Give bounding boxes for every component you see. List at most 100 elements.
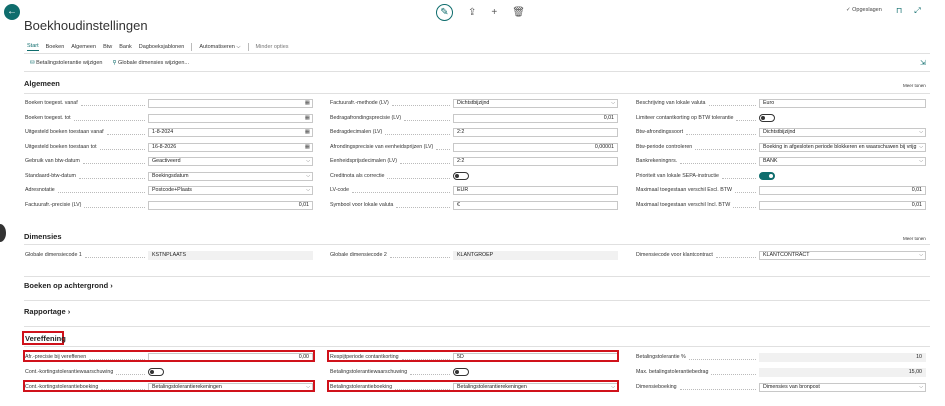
divider	[247, 43, 249, 51]
alg-col3-7-field[interactable]: 0,01	[759, 200, 926, 210]
tab-algemeen[interactable]: Algemeen	[71, 44, 96, 50]
field-value: Boekingsdatum	[152, 172, 189, 179]
alg-col2-7-label: Symbool voor lokale valuta	[330, 201, 394, 208]
alg-col2-3-label: Afrondingsprecisie van eenheidsprijzen (…	[330, 143, 434, 150]
tab-boeken[interactable]: Boeken	[46, 44, 65, 50]
alg-col3-3-field[interactable]: Boeking in afgesloten periode blokkeren …	[759, 142, 926, 152]
ver-col3-1-label: Max. betalingstolerantiebedrag	[636, 369, 709, 375]
calendar-icon[interactable]: ▦	[305, 129, 310, 136]
ver-col3-2-label: Dimensieboeking	[636, 384, 677, 390]
alg-col3-0-label: Beschrijving van lokale valuta	[636, 100, 706, 106]
tab-automatiseren[interactable]: Automatiseren ⌵	[199, 44, 240, 51]
dim-klantcontract-field[interactable]: KLANTCONTRACT ⌵	[759, 251, 926, 260]
alg-col3-1-label: Limiteer contantkorting op BTW toleranti…	[636, 114, 734, 121]
delete-icon[interactable]: 🗑	[512, 7, 525, 18]
change-global-dimensions-button[interactable]: ⚲ Globale dimensies wijzigen...	[112, 60, 189, 66]
alg-col2-1-label: Bedragafrondingsprecisie (LV)	[330, 114, 402, 121]
divider	[24, 71, 930, 72]
toggle-knob	[455, 173, 459, 178]
field-value: 1-8-2024	[152, 129, 174, 135]
alg-col1-1-field[interactable]: ▦	[148, 113, 313, 123]
alg-col1-4-field[interactable]: Geactiveerd ⌵	[148, 157, 313, 166]
alg-col1-3-field[interactable]: 16-8-2026 ▦	[148, 142, 313, 152]
field-value: 2:2	[457, 129, 465, 135]
top-right-tools: ⊓ ⤢	[896, 6, 921, 16]
alg-col1-2-field[interactable]: 1-8-2024 ▦	[148, 128, 313, 137]
alg-col3-4-field[interactable]: BANK ⌵	[759, 157, 926, 166]
alg-col3-5-toggle[interactable]	[759, 171, 775, 180]
alg-col2-2-field[interactable]: 2:2	[453, 128, 618, 137]
divider	[24, 53, 930, 54]
field-value: 10	[916, 354, 922, 360]
field-value: KLANTCONTRACT	[763, 252, 810, 258]
ver-col3-0-field: 10	[759, 353, 926, 362]
alg-col2-5-label: Creditnota als correctie	[330, 172, 385, 179]
alg-col3-4-label: Bankrekeningnrs.	[636, 158, 678, 164]
leader-dots	[387, 177, 450, 179]
section-boeken-achtergrond[interactable]: Boeken op achtergrond ›	[24, 281, 113, 290]
share-icon[interactable]: ⇪	[468, 7, 476, 18]
divider	[24, 300, 930, 301]
highlight-box	[23, 350, 315, 362]
section-rapportage[interactable]: Rapportage ›	[24, 307, 70, 316]
divider	[24, 326, 930, 327]
alg-col1-6-field[interactable]: Postcode+Plaats ⌵	[148, 186, 313, 195]
field-value: €	[457, 201, 460, 208]
ver-col3-2-field[interactable]: Dimensies van bronpost ⌵	[759, 383, 926, 392]
alg-col2-6-field[interactable]: EUR	[453, 186, 618, 195]
dim-2-field: KLANTGROEP	[453, 251, 618, 260]
alg-col1-0-field[interactable]: ▦	[148, 99, 313, 108]
calendar-icon[interactable]: ▦	[305, 144, 310, 151]
tab-bank[interactable]: Bank	[119, 44, 132, 50]
show-more-link[interactable]: Meer tonen	[903, 83, 926, 88]
tab-start[interactable]: Start	[27, 43, 39, 51]
tab-btw[interactable]: Btw	[103, 44, 112, 50]
pin-icon[interactable]: ⇲	[920, 59, 926, 67]
calendar-icon[interactable]: ▦	[305, 115, 310, 122]
tolerance-icon: ⛁	[30, 60, 35, 66]
expand-icon[interactable]: ⤢	[914, 6, 920, 16]
alg-col1-1-label: Boeken toegest. tot	[25, 114, 71, 121]
tab-dagboeksjablonen[interactable]: Dagboeksjablonen	[139, 44, 185, 50]
show-more-link[interactable]: Meer tonen	[903, 236, 926, 241]
change-payment-tolerance-button[interactable]: ⛁ Betalingstolerantie wijzigen	[30, 60, 102, 66]
leader-dots	[404, 119, 450, 121]
ver-col2-1-toggle[interactable]	[453, 368, 469, 376]
edit-button[interactable]: ✎	[436, 3, 453, 21]
field-value: Postcode+Plaats	[152, 187, 192, 193]
ver-col1-1-toggle[interactable]	[148, 368, 164, 376]
pencil-icon: ✎	[440, 6, 449, 18]
alg-col3-6-field[interactable]: 0,01	[759, 186, 926, 195]
bookmark-icon[interactable]: ⊓	[896, 6, 902, 16]
alg-col2-2-label: Bedragdecimalen (LV)	[330, 129, 383, 135]
alg-col3-6-label: Maximaal toegestaan verschil Excl. BTW	[636, 187, 732, 193]
leader-dots	[686, 134, 756, 135]
add-icon[interactable]: +	[491, 7, 497, 18]
leader-dots	[410, 374, 450, 375]
alg-col2-3-field[interactable]: 0,00001	[453, 142, 618, 152]
alg-col3-0-field[interactable]: Euro	[759, 99, 926, 108]
field-value: Geactiveerd	[152, 158, 181, 164]
alg-col3-1-toggle[interactable]	[759, 113, 775, 122]
alg-col2-1-field[interactable]: 0,01	[453, 113, 618, 123]
action-label: Globale dimensies wijzigen...	[118, 60, 189, 66]
alg-col3-2-field[interactable]: Dichtstbijzijnd ⌵	[759, 128, 926, 137]
side-handle[interactable]	[0, 224, 6, 242]
chevron-down-icon: ⌵	[236, 43, 241, 50]
page-title: Boekhoudinstellingen	[24, 18, 148, 33]
field-value: Dimensies van bronpost	[763, 384, 820, 390]
alg-col3-2-label: Btw-afrondingssoort	[636, 129, 684, 135]
alg-col2-7-field[interactable]: €	[453, 200, 618, 210]
alg-col1-7-field[interactable]: 0,01	[148, 200, 313, 210]
leader-dots	[733, 206, 756, 208]
dimensions-icon: ⚲	[112, 60, 117, 66]
alg-col2-0-field[interactable]: Dichtstbijzijnd ⌵	[453, 99, 618, 108]
calendar-icon[interactable]: ▦	[305, 100, 310, 107]
alg-col2-5-toggle[interactable]	[453, 171, 469, 180]
leader-dots	[79, 177, 145, 179]
alg-col1-5-field[interactable]: Boekingsdatum ⌵	[148, 171, 313, 181]
alg-col2-4-field[interactable]: 2:2	[453, 157, 618, 166]
leader-dots	[400, 163, 450, 164]
tab-minder-opties[interactable]: Minder opties	[256, 44, 289, 50]
back-button[interactable]: ←	[4, 4, 20, 20]
